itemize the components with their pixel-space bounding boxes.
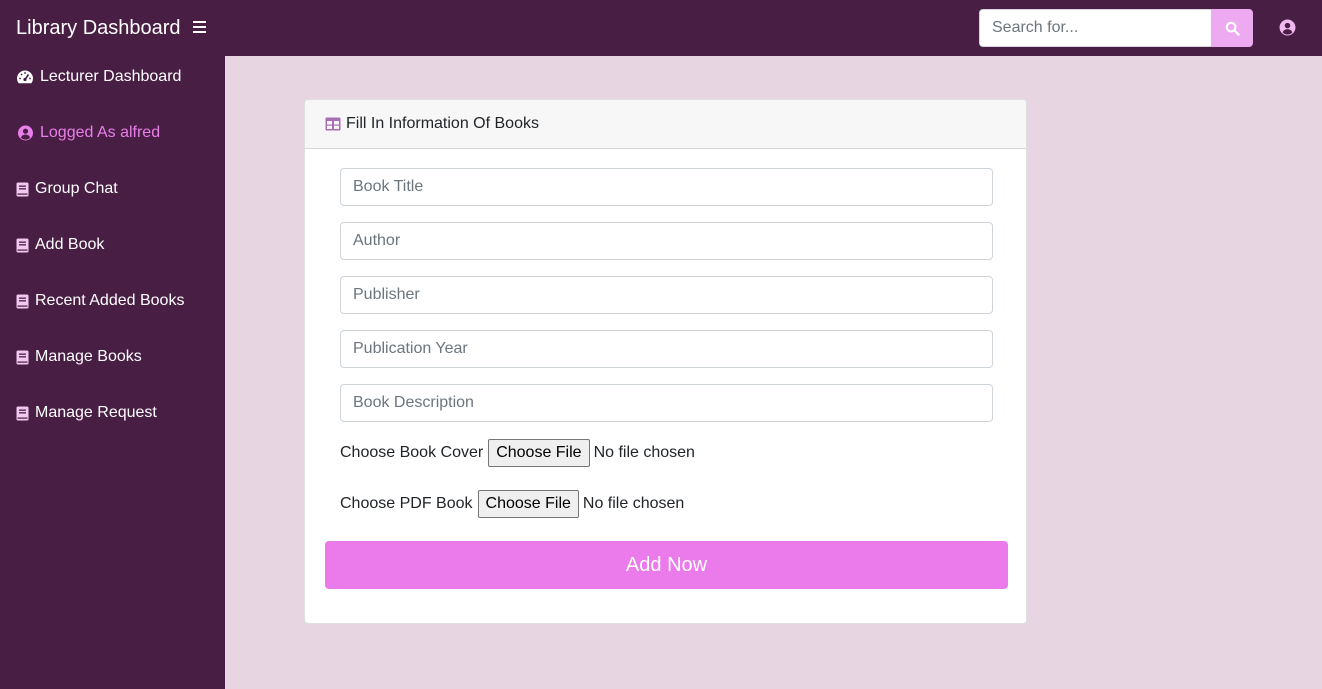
book-icon [16, 294, 29, 308]
user-menu-button[interactable] [1279, 19, 1296, 36]
choose-pdf-file-button[interactable]: Choose File [477, 490, 579, 518]
user-circle-icon [1279, 19, 1296, 36]
hamburger-icon [193, 21, 206, 23]
author-input[interactable] [340, 222, 993, 260]
search-button[interactable] [1211, 9, 1253, 47]
sidebar-item-add-book[interactable]: Add Book [16, 233, 104, 257]
book-title-input[interactable] [340, 168, 993, 206]
book-cover-label: Choose Book Cover [340, 444, 484, 461]
sidebar-item-manage-books[interactable]: Manage Books [16, 345, 142, 369]
sidebar-item-label: Lecturer Dashboard [40, 68, 182, 85]
sidebar-item-label: Manage Books [35, 348, 142, 365]
book-icon [16, 350, 29, 364]
table-icon [325, 117, 341, 131]
sidebar-item-lecturer-dashboard[interactable]: Lecturer Dashboard [16, 65, 181, 89]
sidebar: Lecturer Dashboard Logged As alfred Grou… [0, 56, 225, 689]
search-icon [1225, 21, 1240, 36]
search-group [979, 9, 1253, 47]
hamburger-icon-bar [193, 31, 206, 33]
add-now-button[interactable]: Add Now [325, 541, 1008, 589]
search-input[interactable] [979, 9, 1212, 47]
cover-file-status: No file chosen [593, 444, 695, 461]
book-cover-upload: Choose Book Cover Choose File No file ch… [340, 439, 695, 467]
add-book-card: Fill In Information Of Books Choose Book… [304, 99, 1027, 624]
top-navbar: Library Dashboard [0, 0, 1322, 56]
sidebar-item-logged-as[interactable]: Logged As alfred [16, 121, 160, 145]
card-title: Fill In Information Of Books [346, 115, 539, 132]
user-circle-icon [18, 125, 33, 141]
pdf-book-upload: Choose PDF Book Choose File No file chos… [340, 490, 684, 518]
sidebar-item-label: Group Chat [35, 180, 118, 197]
menu-toggle-button[interactable] [192, 17, 208, 39]
sidebar-item-label: Manage Request [35, 404, 157, 421]
app-title[interactable]: Library Dashboard [16, 16, 181, 40]
sidebar-item-manage-request[interactable]: Manage Request [16, 401, 157, 425]
sidebar-item-group-chat[interactable]: Group Chat [16, 177, 118, 201]
tachometer-icon [17, 70, 33, 84]
sidebar-item-label: Recent Added Books [35, 292, 185, 309]
publication-year-input[interactable] [340, 330, 993, 368]
choose-cover-file-button[interactable]: Choose File [488, 439, 590, 467]
pdf-book-label: Choose PDF Book [340, 495, 473, 512]
book-icon [16, 182, 29, 196]
publisher-input[interactable] [340, 276, 993, 314]
book-icon [16, 238, 29, 252]
hamburger-icon-bar [193, 26, 206, 28]
book-description-input[interactable] [340, 384, 993, 422]
book-icon [16, 406, 29, 420]
sidebar-item-recent-added-books[interactable]: Recent Added Books [16, 289, 184, 313]
card-header: Fill In Information Of Books [305, 100, 1026, 149]
sidebar-item-label: Logged As alfred [40, 124, 161, 141]
pdf-file-status: No file chosen [582, 495, 685, 512]
sidebar-item-label: Add Book [35, 236, 105, 253]
